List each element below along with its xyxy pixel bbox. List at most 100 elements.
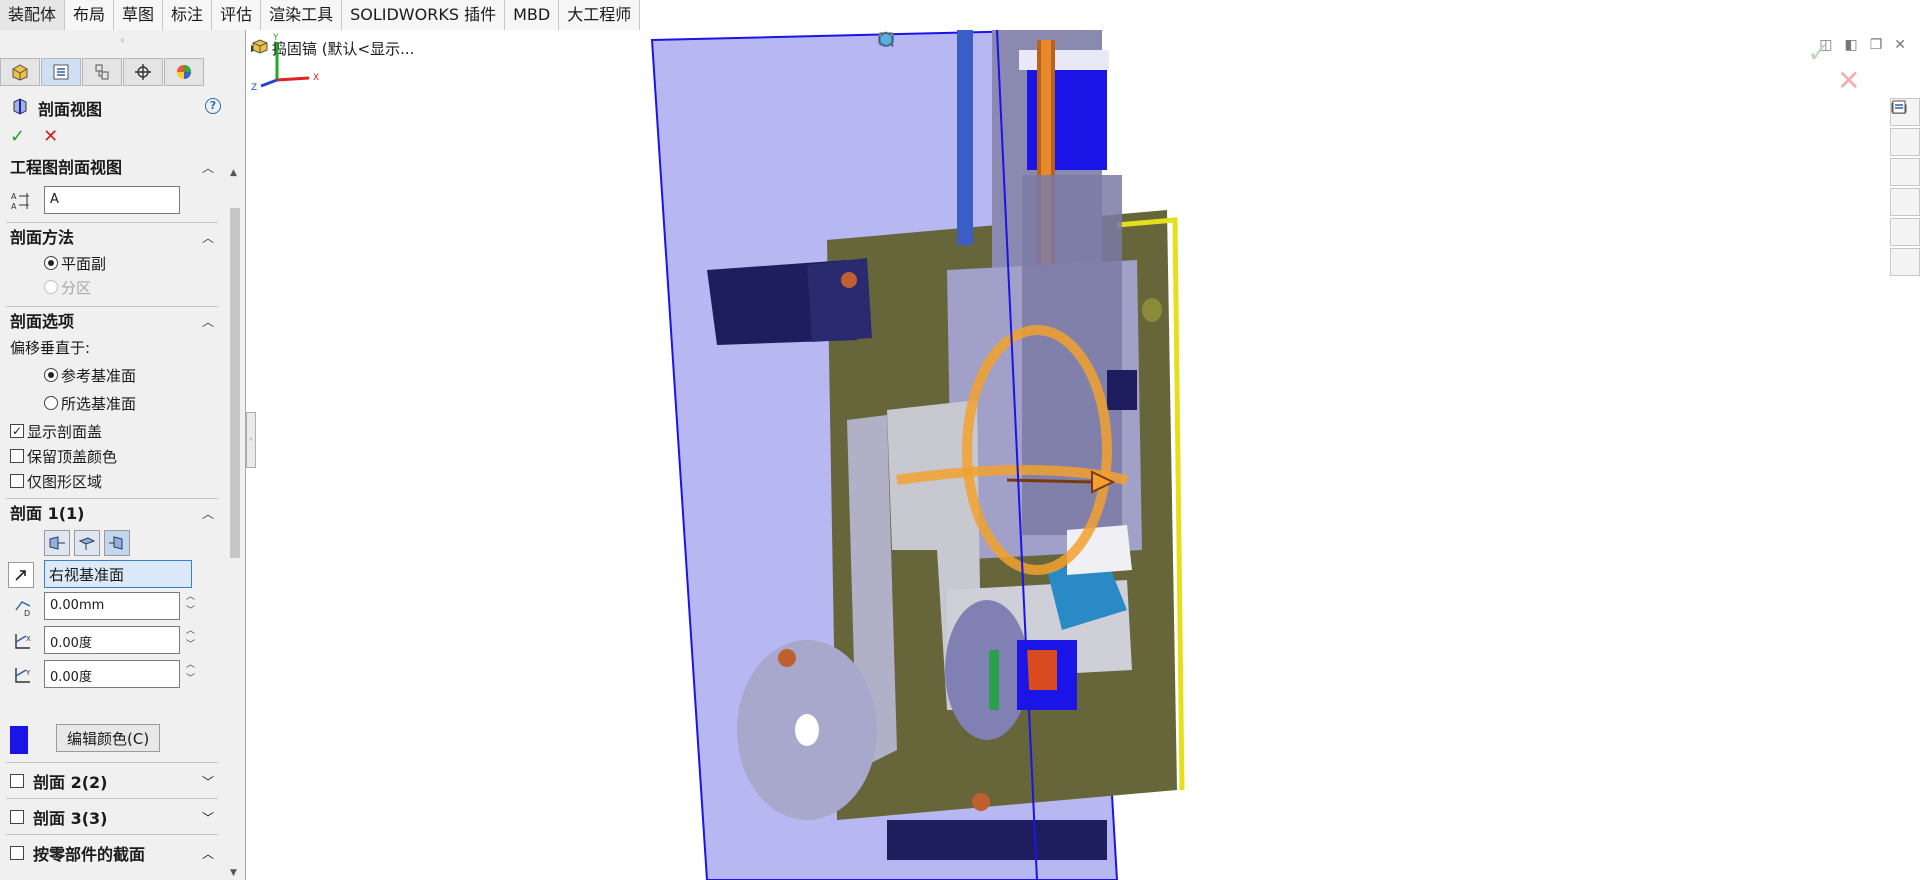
tab-engineer[interactable]: 大工程师 [559,0,641,30]
bolt-head [841,272,857,288]
group-section-1-header[interactable]: 剖面 1(1) ︿ [0,502,220,526]
scroll-thumb[interactable] [230,208,240,558]
zoom-area-icon[interactable] [879,32,1221,55]
custom-properties-icon[interactable] [1890,100,1920,276]
view-settings-icon[interactable] [878,33,1493,55]
chevron-up-icon[interactable]: ︿ [202,845,214,862]
section-view-icon[interactable] [879,31,1289,55]
chevron-up-icon[interactable]: ︿ [202,310,214,334]
chevron-up-icon[interactable]: ︿ [202,502,214,526]
scroll-up-icon[interactable]: ▲ [230,168,237,178]
panel-grip[interactable]: ◦ [0,30,245,56]
stepper-down-icon[interactable]: ﹀ [186,606,196,616]
help-icon[interactable]: ? [205,98,221,114]
reverse-direction-icon[interactable] [8,562,34,588]
stepper-up-icon[interactable]: ︿ [186,626,196,636]
top-plane-button[interactable] [74,530,100,556]
edit-color-button[interactable]: 编辑颜色(C) [56,724,161,752]
radio-button[interactable] [44,256,58,270]
edit-appearance-icon[interactable] [879,32,1425,55]
group-section-options-header[interactable]: 剖面选项 ︿ [0,310,220,334]
expand-icon[interactable]: ◧ [1844,37,1857,53]
chevron-down-icon[interactable]: ﹀ [202,773,214,790]
heads-up-view-toolbar [877,30,1597,60]
checkbox[interactable] [10,449,24,463]
right-plane-button[interactable] [104,530,130,556]
scene-icon[interactable] [879,34,1459,55]
previous-view-icon[interactable] [879,33,1255,55]
checkbox-label: 保留顶盖颜色 [27,447,118,466]
offset-option-selected-plane[interactable]: 所选基准面 [44,392,136,414]
chevron-down-icon[interactable]: ﹀ [202,809,214,826]
config-manager-icon[interactable] [82,58,122,86]
checkbox[interactable] [10,774,24,788]
appearances-icon[interactable] [1890,101,1920,246]
checkbox[interactable] [10,846,24,860]
chevron-up-icon[interactable]: ︿ [202,156,214,180]
section-name-field[interactable]: A [44,186,180,214]
display-style-icon[interactable] [880,32,1357,55]
tab-render-tools[interactable]: 渲染工具 [261,0,343,30]
offset-option-label: 所选基准面 [61,394,137,413]
angle-y-field[interactable]: 0.00度 [44,660,180,688]
checkbox[interactable] [10,474,24,488]
group-section-options-title: 剖面选项 [10,312,75,331]
checkbox[interactable] [10,810,24,824]
property-manager-icon[interactable] [41,58,81,86]
file-explorer-icon[interactable] [1890,101,1920,216]
group-section-3-header[interactable]: 剖面 3(3) ﹀ [10,806,220,828]
resources-icon[interactable] [1890,100,1920,156]
confirm-ok-icon[interactable]: ✓ [1807,36,1830,69]
check-graphics-only[interactable]: 仅图形区域 [10,470,102,492]
scroll-down-icon[interactable]: ▼ [230,868,237,878]
stepper-down-icon[interactable]: ﹀ [186,674,196,684]
tab-assembly[interactable]: 装配体 [0,0,66,30]
translate-arrow[interactable] [1006,478,1093,484]
angle-x-field[interactable]: 0.00度 [44,626,180,654]
assembly-icon[interactable] [0,58,40,86]
stepper-up-icon[interactable]: ︿ [186,592,196,602]
restore-icon[interactable]: ❐ [1870,37,1883,53]
3d-view-icon[interactable] [879,32,1527,55]
tab-markup[interactable]: 标注 [163,0,213,30]
hide-show-icon[interactable] [878,34,1391,55]
group-by-part-header[interactable]: 按零部件的截面 ︿ [10,842,220,864]
close-icon[interactable]: ✕ [1894,37,1906,53]
view-orientation-icon[interactable] [879,32,1153,55]
chevron-up-icon[interactable]: ︿ [202,226,214,250]
graphics-area[interactable]: ▶ 捣固镐 (默认<显示... ◫ ◧ ❐ ✕ ✓ ✕ [247,30,1920,880]
check-show-section-cap[interactable]: ✓ 显示剖面盖 [10,420,102,442]
offset-distance-field[interactable]: 0.00mm [44,592,180,620]
tab-evaluate[interactable]: 评估 [212,0,262,30]
confirm-cancel-icon[interactable]: ✕ [1837,64,1860,97]
dimxpert-icon[interactable] [123,58,163,86]
checkbox[interactable]: ✓ [10,424,24,438]
group-section-2-header[interactable]: 剖面 2(2) ﹀ [10,770,220,792]
stepper-up-icon[interactable]: ︿ [186,660,196,670]
radio-button[interactable] [44,368,58,382]
front-plane-button[interactable] [44,530,70,556]
tab-layout[interactable]: 布局 [65,0,115,30]
section-plane-field[interactable]: 右视基准面 [44,560,192,588]
stepper-down-icon[interactable]: ﹀ [186,640,196,650]
ok-button[interactable]: ✓ [10,126,25,147]
tab-mbd[interactable]: MBD [505,0,560,30]
cancel-button[interactable]: ✕ [43,126,58,147]
group-section-3-title: 剖面 3(3) [33,809,108,828]
dynamic-annotation-icon[interactable] [879,32,1323,55]
group-drawing-section-header[interactable]: 工程图剖面视图 ︿ [0,156,220,180]
check-keep-cap-color[interactable]: 保留顶盖颜色 [10,445,117,467]
rotor-red [1027,650,1057,690]
tab-sketch[interactable]: 草图 [114,0,164,30]
tab-solidworks-addins[interactable]: SOLIDWORKS 插件 [342,0,506,30]
group-section-method-header[interactable]: 剖面方法 ︿ [0,226,220,250]
panel-scrollbar[interactable]: ▲ ▼ [227,168,243,880]
panel-splitter[interactable]: ◦ [246,412,256,468]
radio-button[interactable] [44,396,58,410]
zoom-to-fit-icon[interactable] [879,32,1187,55]
design-library-icon[interactable] [1890,102,1920,186]
method-option-planar[interactable]: 平面副 [44,252,106,274]
appearance-icon[interactable] [164,58,204,86]
offset-option-reference-plane[interactable]: 参考基准面 [44,364,136,386]
base-plate [887,820,1107,860]
